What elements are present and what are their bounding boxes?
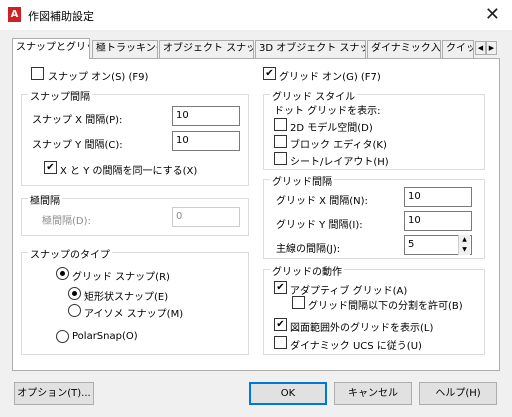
- dot-grid-heading: ドット グリッドを表示:: [274, 106, 381, 117]
- beyond-limits-checkbox[interactable]: ✔: [274, 318, 287, 331]
- close-icon[interactable]: ✕: [485, 4, 500, 25]
- subdivide-label: グリッド間隔以下の分割を許可(B): [308, 301, 463, 312]
- grid-snap-label: グリッド スナップ(R): [72, 272, 170, 283]
- snap-type-group: スナップのタイプ グリッド スナップ(R) 矩形状スナップ(E) アイソメ スナ…: [21, 246, 249, 355]
- cancel-button[interactable]: キャンセル: [334, 382, 412, 405]
- beyond-limits-label: 図面範囲外のグリッドを表示(L): [290, 323, 434, 334]
- tab-strip: スナップとグリッド 極トラッキング オブジェクト スナップ 3D オブジェクト …: [12, 38, 500, 59]
- grid-behavior-legend: グリッドの動作: [270, 263, 344, 278]
- model-space-label: 2D モデル空間(D): [290, 123, 373, 134]
- snap-y-label: スナップ Y 間隔(C):: [32, 140, 123, 151]
- isometric-snap-label: アイソメ スナップ(M): [84, 309, 184, 320]
- options-button[interactable]: オプション(T)...: [14, 382, 94, 405]
- tab-quick-properties[interactable]: クイックプ: [442, 40, 474, 58]
- tab-dynamic-input[interactable]: ダイナミック入力: [367, 40, 441, 58]
- spin-down-icon[interactable]: ▼: [458, 245, 470, 255]
- rectangular-snap-radio[interactable]: [68, 287, 81, 300]
- polar-spacing-legend: 極間隔: [28, 192, 62, 207]
- adaptive-grid-label: アダプティブ グリッド(A): [290, 286, 408, 297]
- tab-3d-object-snap[interactable]: 3D オブジェクト スナップ: [255, 40, 366, 58]
- chevron-right-icon[interactable]: ▶: [486, 41, 497, 55]
- isometric-snap-radio[interactable]: [68, 304, 81, 317]
- grid-on-checkbox[interactable]: ✔: [263, 67, 276, 80]
- grid-spacing-group: グリッド間隔 グリッド X 間隔(N): 10 グリッド Y 間隔(I): 10…: [263, 173, 485, 259]
- equal-spacing-checkbox[interactable]: ✔: [44, 161, 57, 174]
- snap-on-label: スナップ オン(S) (F9): [48, 72, 149, 83]
- polar-snap-radio[interactable]: [56, 330, 69, 343]
- grid-y-label: グリッド Y 間隔(I):: [276, 220, 363, 231]
- sheet-layout-checkbox[interactable]: [274, 152, 287, 165]
- title-bar: A 作図補助設定 ✕: [0, 0, 512, 30]
- grid-y-input[interactable]: 10: [404, 211, 472, 231]
- polar-snap-label: PolarSnap(O): [72, 331, 138, 342]
- ok-button[interactable]: OK: [249, 382, 327, 405]
- adaptive-grid-checkbox[interactable]: ✔: [274, 281, 287, 294]
- grid-x-label: グリッド X 間隔(N):: [276, 196, 368, 207]
- autocad-app-icon: A: [8, 7, 21, 22]
- snap-type-legend: スナップのタイプ: [28, 246, 112, 261]
- tab-snap-and-grid[interactable]: スナップとグリッド: [12, 38, 90, 59]
- snap-x-input[interactable]: 10: [172, 106, 240, 126]
- grid-on-label: グリッド オン(G) (F7): [279, 72, 381, 83]
- grid-style-legend: グリッド スタイル: [270, 88, 358, 103]
- spin-up-icon[interactable]: ▲: [458, 235, 470, 245]
- grid-snap-radio[interactable]: [56, 267, 69, 280]
- sheet-layout-label: シート/レイアウト(H): [290, 157, 389, 168]
- equal-spacing-label: X と Y の間隔を同一にする(X): [60, 166, 198, 177]
- snap-x-label: スナップ X 間隔(P):: [32, 115, 123, 126]
- snap-grid-panel: スナップ オン(S) (F9) スナップ間隔 スナップ X 間隔(P): 10 …: [12, 58, 500, 371]
- help-button[interactable]: ヘルプ(H): [419, 382, 497, 405]
- polar-distance-input[interactable]: 0: [172, 207, 240, 227]
- tab-object-snap[interactable]: オブジェクト スナップ: [159, 40, 254, 58]
- window-title: 作図補助設定: [28, 10, 94, 23]
- rectangular-snap-label: 矩形状スナップ(E): [84, 292, 169, 303]
- grid-style-group: グリッド スタイル ドット グリッドを表示: 2D モデル空間(D) ブロック …: [263, 88, 485, 170]
- block-editor-checkbox[interactable]: [274, 135, 287, 148]
- polar-spacing-group: 極間隔 極間隔(D): 0: [21, 192, 249, 236]
- snap-spacing-group: スナップ間隔 スナップ X 間隔(P): 10 スナップ Y 間隔(C): 10…: [21, 88, 249, 186]
- snap-spacing-legend: スナップ間隔: [28, 88, 92, 103]
- chevron-left-icon[interactable]: ◀: [475, 41, 486, 55]
- grid-behavior-group: グリッドの動作 ✔ アダプティブ グリッド(A) グリッド間隔以下の分割を許可(…: [263, 263, 485, 355]
- dynamic-ucs-checkbox[interactable]: [274, 336, 287, 349]
- grid-x-input[interactable]: 10: [404, 187, 472, 207]
- major-line-label: 主線の間隔(J):: [276, 244, 341, 255]
- grid-spacing-legend: グリッド間隔: [270, 173, 334, 188]
- snap-y-input[interactable]: 10: [172, 131, 240, 151]
- major-line-spinner[interactable]: ▲ ▼: [458, 235, 470, 255]
- snap-on-checkbox[interactable]: [31, 67, 44, 80]
- polar-distance-label: 極間隔(D):: [42, 216, 91, 227]
- dynamic-ucs-label: ダイナミック UCS に従う(U): [290, 341, 422, 352]
- block-editor-label: ブロック エディタ(K): [290, 140, 387, 151]
- tab-polar-tracking[interactable]: 極トラッキング: [92, 40, 158, 58]
- model-space-checkbox[interactable]: [274, 118, 287, 131]
- subdivide-checkbox[interactable]: [292, 296, 305, 309]
